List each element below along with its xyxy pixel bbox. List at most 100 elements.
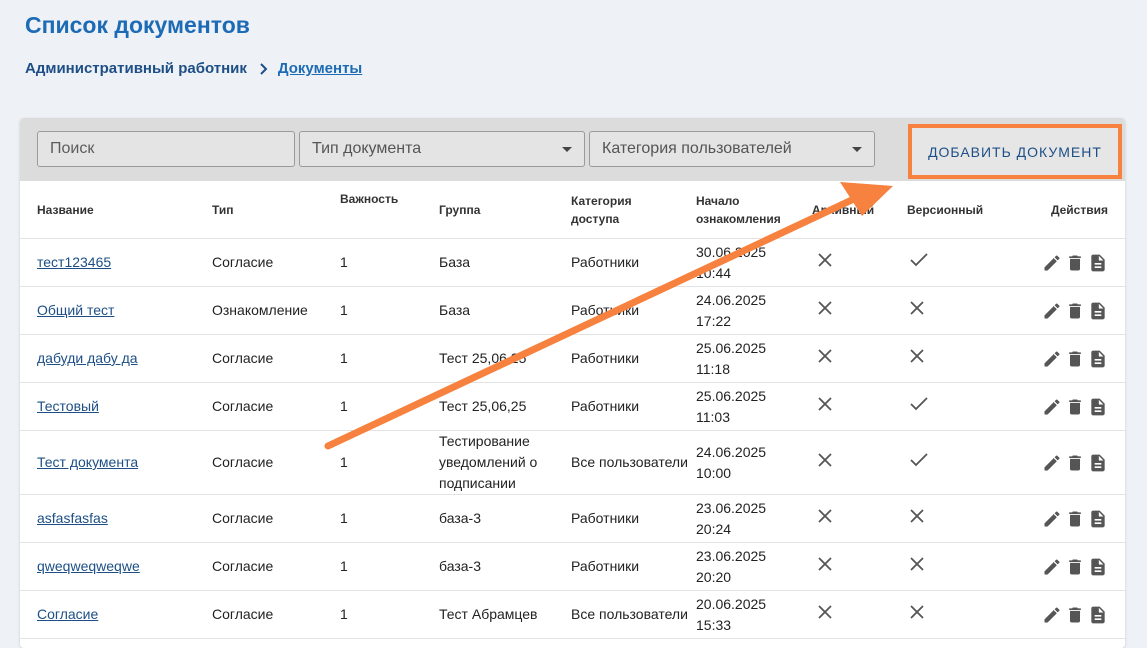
start-time: 17:22 bbox=[696, 312, 732, 329]
x-icon bbox=[907, 300, 925, 316]
search-input[interactable] bbox=[50, 140, 282, 158]
document-type: Согласие bbox=[212, 238, 340, 287]
document-name-link[interactable]: Тест документа bbox=[37, 454, 138, 470]
delete-icon[interactable] bbox=[1065, 509, 1085, 529]
table-row: Тестовый Согласие 1 Тест 25,06,25 Работн… bbox=[20, 382, 1125, 431]
doc-type-select[interactable]: Тип документа bbox=[299, 131, 585, 167]
document-icon[interactable] bbox=[1088, 253, 1108, 273]
delete-icon[interactable] bbox=[1065, 253, 1085, 273]
add-document-button[interactable]: ДОБАВИТЬ ДОКУМЕНТ bbox=[908, 124, 1122, 179]
document-category: Работники bbox=[571, 382, 696, 431]
x-icon bbox=[812, 348, 833, 364]
table-row: Тест документа Согласие 1 Тестирование у… bbox=[20, 430, 1125, 495]
start-date: 25.06.2025 bbox=[696, 339, 767, 356]
document-name-link[interactable]: тест123465 bbox=[37, 254, 111, 270]
x-icon bbox=[812, 604, 833, 620]
check-icon bbox=[907, 452, 929, 468]
delete-icon[interactable] bbox=[1065, 349, 1085, 369]
header-versioned[interactable]: Версионный bbox=[907, 181, 1027, 239]
caret-down-icon bbox=[562, 146, 572, 152]
header-type[interactable]: Тип bbox=[212, 181, 340, 239]
document-type: Ознакомление bbox=[212, 286, 340, 335]
document-name-link[interactable]: Общий тест bbox=[37, 302, 114, 318]
document-name-link[interactable]: qweqweqweqwe bbox=[37, 558, 140, 574]
document-name-link[interactable]: Тестовый bbox=[37, 398, 99, 414]
actions-cell bbox=[1027, 590, 1125, 639]
header-archived[interactable]: Архивный bbox=[812, 181, 907, 239]
edit-icon[interactable] bbox=[1042, 349, 1062, 369]
edit-icon[interactable] bbox=[1042, 453, 1062, 473]
edit-icon[interactable] bbox=[1042, 509, 1062, 529]
edit-icon[interactable] bbox=[1042, 557, 1062, 577]
start-date: 30.06.2025 bbox=[696, 243, 767, 260]
archived-cell bbox=[812, 430, 907, 495]
document-category: Работники bbox=[571, 494, 696, 543]
versioned-cell bbox=[907, 494, 1027, 543]
document-category: Все пользователи bbox=[571, 590, 696, 639]
check-icon bbox=[907, 252, 929, 268]
document-start: 24.06.2025 17:22 bbox=[696, 286, 812, 335]
start-time: 15:33 bbox=[696, 616, 732, 633]
delete-icon[interactable] bbox=[1065, 301, 1085, 321]
edit-icon[interactable] bbox=[1042, 253, 1062, 273]
document-name-link[interactable]: дабуди дабу да bbox=[37, 350, 138, 366]
filter-toolbar: Тип документа Категория пользователей ДО… bbox=[20, 118, 1125, 181]
header-category[interactable]: Категория доступа bbox=[571, 181, 696, 239]
edit-icon[interactable] bbox=[1042, 301, 1062, 321]
versioned-cell bbox=[907, 542, 1027, 591]
document-start: 25.06.2025 11:03 bbox=[696, 382, 812, 431]
header-name[interactable]: Название bbox=[20, 181, 212, 239]
actions-cell bbox=[1027, 382, 1125, 431]
document-importance: 1 bbox=[340, 238, 439, 287]
document-category: Работники bbox=[571, 542, 696, 591]
search-field[interactable] bbox=[37, 131, 295, 167]
archived-cell bbox=[812, 238, 907, 287]
edit-icon[interactable] bbox=[1042, 605, 1062, 625]
caret-down-icon bbox=[852, 146, 862, 152]
versioned-cell bbox=[907, 334, 1027, 383]
document-icon[interactable] bbox=[1088, 349, 1108, 369]
start-date: 24.06.2025 bbox=[696, 291, 767, 308]
document-type: Согласие bbox=[212, 542, 340, 591]
document-group: Тест 25,06,25 bbox=[439, 382, 571, 431]
document-importance: 1 bbox=[340, 590, 439, 639]
delete-icon[interactable] bbox=[1065, 605, 1085, 625]
document-start: 23.06.2025 20:20 bbox=[696, 542, 812, 591]
archived-cell bbox=[812, 542, 907, 591]
document-importance: 1 bbox=[340, 494, 439, 543]
document-start: 30.06.2025 10:44 bbox=[696, 238, 812, 287]
header-start[interactable]: Начало ознакомления bbox=[696, 181, 812, 239]
edit-icon[interactable] bbox=[1042, 397, 1062, 417]
check-icon bbox=[907, 396, 929, 412]
document-name-link[interactable]: asfasfasfas bbox=[37, 510, 108, 526]
document-icon[interactable] bbox=[1088, 453, 1108, 473]
document-icon[interactable] bbox=[1088, 397, 1108, 417]
delete-icon[interactable] bbox=[1065, 557, 1085, 577]
document-icon[interactable] bbox=[1088, 605, 1108, 625]
user-category-select[interactable]: Категория пользователей bbox=[589, 131, 875, 167]
start-time: 11:03 bbox=[696, 408, 730, 425]
document-icon[interactable] bbox=[1088, 557, 1108, 577]
x-icon bbox=[812, 396, 833, 412]
table-row: тест123465 Согласие 1 База Работники 30.… bbox=[20, 238, 1125, 287]
header-group[interactable]: Группа bbox=[439, 181, 571, 239]
document-category: Работники bbox=[571, 334, 696, 383]
breadcrumb-current[interactable]: Документы bbox=[278, 60, 362, 77]
start-time: 10:00 bbox=[696, 464, 732, 481]
x-icon bbox=[812, 252, 833, 268]
delete-icon[interactable] bbox=[1065, 397, 1085, 417]
x-icon bbox=[907, 348, 925, 364]
document-icon[interactable] bbox=[1088, 509, 1108, 529]
header-importance[interactable]: Важность bbox=[340, 181, 439, 239]
breadcrumb-parent[interactable]: Административный работник bbox=[25, 60, 247, 77]
x-icon bbox=[812, 508, 833, 524]
start-date: 24.06.2025 bbox=[696, 443, 767, 460]
document-group: Тестирование уведомлений о подписании bbox=[439, 430, 571, 495]
table-row: Общий тест Ознакомление 1 База Работники… bbox=[20, 286, 1125, 335]
start-time: 20:20 bbox=[696, 568, 732, 585]
document-icon[interactable] bbox=[1088, 301, 1108, 321]
document-name-link[interactable]: Согласие bbox=[37, 606, 98, 622]
actions-cell bbox=[1027, 494, 1125, 543]
delete-icon[interactable] bbox=[1065, 453, 1085, 473]
document-group: Тест 25,06,25 bbox=[439, 334, 571, 383]
